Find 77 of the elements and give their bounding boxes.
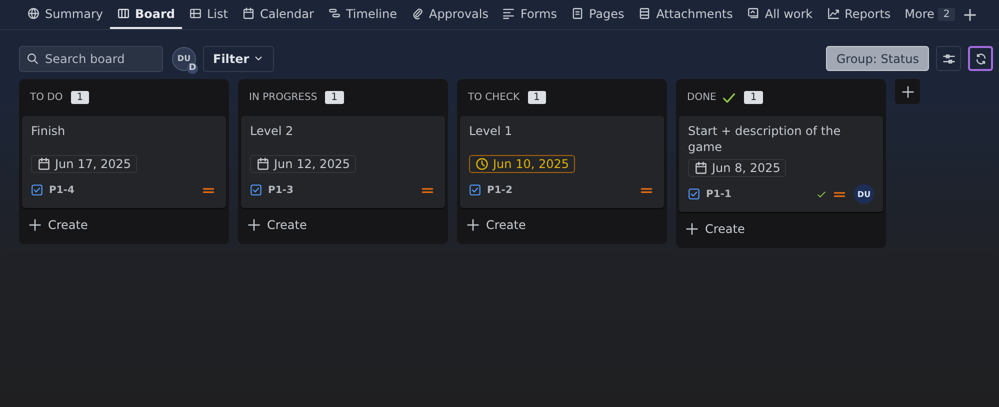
issue-key: P1-1 [706,188,732,200]
tab[interactable]: List [182,0,235,29]
chart-icon [826,7,840,20]
task-type-icon [250,184,262,196]
date-text: Jun 8, 2025 [712,161,780,175]
card-title: Level 1 [469,123,514,140]
count-badge: 1 [528,91,546,104]
table-icon [189,7,202,20]
task-card[interactable]: Level 2 Jun 12, 2025 P1-3 [241,116,445,208]
create-button[interactable]: Create [679,214,751,244]
column-title: IN PROGRESS [249,92,318,103]
count-badge: 1 [70,91,90,104]
card-title: Start + description of the game [688,123,842,155]
tab[interactable]: Board [110,0,182,29]
task-type-icon [31,184,43,196]
date-text: Jun 17, 2025 [55,157,132,171]
calendar-icon [694,161,708,175]
tab[interactable]: Forms [495,0,564,29]
column-title: TO CHECK [468,92,520,103]
tab[interactable]: All work [740,0,820,29]
clock-icon [475,157,489,171]
timeline-icon [328,7,341,20]
filter-button[interactable]: Filter [203,46,274,72]
column-title: DONE [687,92,716,103]
assignee-avatar[interactable]: DU [854,184,874,204]
search-field[interactable]: Search board [19,46,163,72]
globe-icon [27,7,40,20]
calendar-icon [37,157,51,171]
create-button[interactable]: Create [22,210,94,240]
count-badge: 1 [744,91,763,104]
sliders-icon [942,52,956,66]
avatar[interactable]: DU D [172,46,196,70]
refresh-button[interactable] [968,46,993,71]
add-icon [28,218,42,232]
task-card[interactable]: Level 1 Jun 10, 2025 P1-2 [460,116,664,208]
tab[interactable]: Approvals [404,0,496,29]
count-badge: 1 [325,91,344,104]
issue-key: P1-2 [487,184,512,196]
task-type-icon [469,184,481,196]
card-title: Level 2 [250,123,294,140]
issue-key: P1-3 [268,184,294,196]
add-icon [685,222,699,236]
add-icon [247,218,261,232]
columns-icon [117,7,130,20]
task-card[interactable]: Start + description of the game Jun 8, 2025 P1-1 DU [679,116,883,212]
column-title: TO DO [30,92,63,103]
list-icon [638,7,652,20]
task-type-icon [688,188,700,200]
create-button[interactable]: Create [460,210,532,240]
issue-key: P1-4 [49,184,74,196]
tab[interactable]: Attachments [631,0,740,29]
count-badge: 2 [938,8,955,21]
form-icon [502,7,516,20]
refresh-icon [974,52,988,66]
card-title: Finish [31,123,66,140]
avatar-badge: D [187,62,198,74]
search-icon [26,52,39,64]
calendar-icon [256,157,270,171]
tab[interactable]: Pages [564,0,632,29]
paperclip-icon [410,7,424,20]
group-button[interactable]: Group: Status [826,46,929,71]
tab[interactable]: Calendar [234,0,321,29]
screen-icon [746,7,760,20]
create-button[interactable]: Create [241,210,313,240]
settings-button[interactable] [936,46,961,71]
tab[interactable]: Reports [820,0,898,29]
calendar-icon [242,7,255,20]
date-text: Jun 10, 2025 [493,157,570,171]
page-icon [570,7,584,20]
add-icon [466,218,480,232]
date-text: Jun 12, 2025 [274,157,350,171]
tab[interactable]: Timeline [320,0,404,29]
add-column-button[interactable] [895,79,920,104]
add-icon [900,84,914,98]
add-icon[interactable] [962,8,977,22]
tab[interactable]: Summary [20,0,110,29]
task-card[interactable]: Finish Jun 17, 2025 P1-4 [22,116,226,208]
